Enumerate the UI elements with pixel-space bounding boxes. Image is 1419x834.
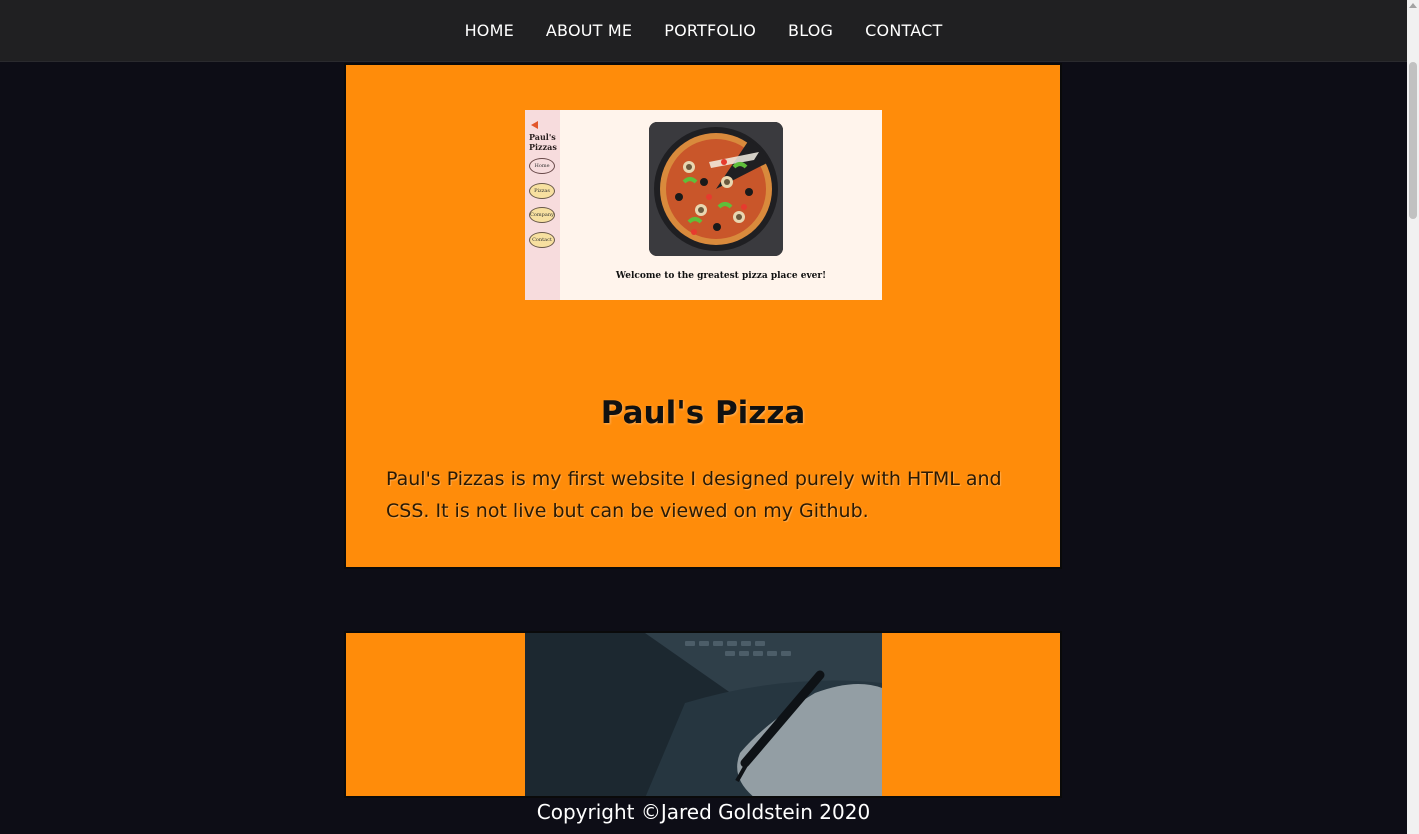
project-photo-drawing-tablet[interactable]	[525, 633, 882, 796]
scroll-up-arrow-icon[interactable]	[1409, 3, 1417, 8]
project-title: Paul's Pizza	[600, 395, 806, 431]
pizza-slice-icon	[531, 121, 538, 129]
nav-contact-link[interactable]: CONTACT	[849, 21, 958, 40]
screenshot-nav-pizzas: Pizzas	[529, 183, 555, 199]
nav-portfolio-link[interactable]: PORTFOLIO	[648, 21, 772, 40]
pizza-image	[649, 122, 783, 256]
project-card-pauls-pizza: Paul's Pizzas Home Pizzas Company Contac…	[344, 63, 1062, 569]
nav-home-link[interactable]: HOME	[449, 21, 530, 40]
screenshot-brand: Paul's Pizzas	[529, 132, 557, 152]
screenshot-nav-home: Home	[529, 158, 555, 174]
nav-blog-link[interactable]: BLOG	[772, 21, 849, 40]
project-description: Paul's Pizzas is my first website I desi…	[386, 468, 1002, 522]
page-scrollbar[interactable]	[1407, 0, 1419, 834]
top-navbar: HOME ABOUT ME PORTFOLIO BLOG CONTACT	[0, 0, 1407, 62]
project-screenshot[interactable]: Paul's Pizzas Home Pizzas Company Contac…	[525, 110, 882, 300]
footer-copyright: Copyright ©Jared Goldstein 2020	[536, 800, 871, 824]
scroll-thumb[interactable]	[1409, 62, 1417, 219]
screenshot-nav-company: Company	[529, 207, 555, 223]
nav-about-link[interactable]: ABOUT ME	[530, 21, 648, 40]
screenshot-welcome-text: Welcome to the greatest pizza place ever…	[615, 271, 827, 281]
project-card-second	[344, 631, 1062, 798]
screenshot-nav-contact: Contact	[529, 232, 555, 248]
screenshot-sidebar: Paul's Pizzas Home Pizzas Company Contac…	[525, 110, 560, 300]
